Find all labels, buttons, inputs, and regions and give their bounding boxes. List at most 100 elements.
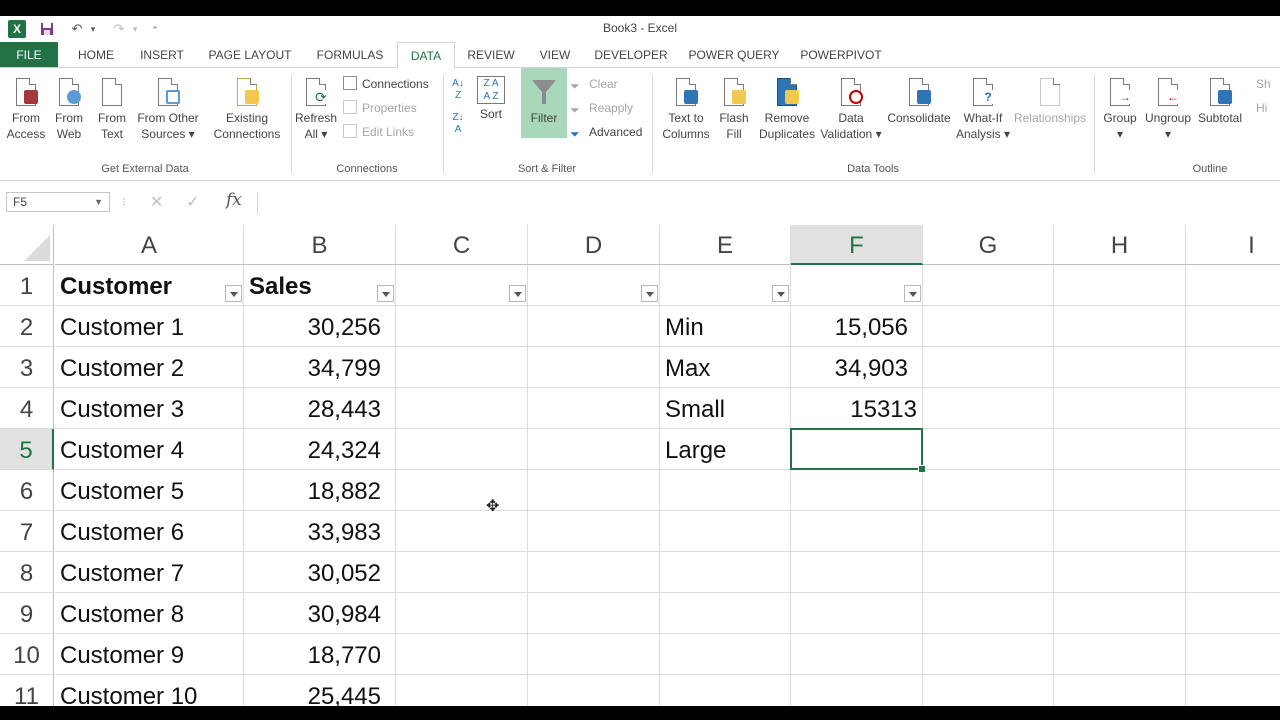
connections-button[interactable]: Connections [343, 74, 429, 94]
cell-i2[interactable] [1186, 306, 1280, 347]
tab-power-query[interactable]: POWER QUERY [684, 42, 784, 68]
cell-h6[interactable] [1054, 470, 1186, 511]
row-header-11[interactable]: 11 [0, 675, 54, 706]
row-header-7[interactable]: 7 [0, 511, 54, 552]
cell-d7[interactable] [528, 511, 660, 552]
from-access-button[interactable]: From Access [4, 76, 48, 142]
cell-c7[interactable] [396, 511, 528, 552]
cell-h3[interactable] [1054, 347, 1186, 388]
cell-d2[interactable] [528, 306, 660, 347]
row-header-1[interactable]: 1 [0, 265, 54, 306]
cell-d9[interactable] [528, 593, 660, 634]
tab-home[interactable]: HOME [66, 42, 126, 68]
enter-icon[interactable]: ✓ [186, 192, 199, 212]
flash-fill-button[interactable]: Flash Fill [716, 76, 752, 142]
cell-b10[interactable]: 18,770 [244, 634, 396, 675]
cell-h7[interactable] [1054, 511, 1186, 552]
cell-a1[interactable]: Customer [55, 265, 244, 306]
cell-d6[interactable] [528, 470, 660, 511]
cell-c4[interactable] [396, 388, 528, 429]
column-header-d[interactable]: D [528, 225, 660, 265]
cell-b11[interactable]: 25,445 [244, 675, 396, 706]
cell-b8[interactable]: 30,052 [244, 552, 396, 593]
column-header-g[interactable]: G [923, 225, 1054, 265]
row-header-5[interactable]: 5 [0, 429, 54, 470]
hide-detail-button[interactable]: Hi [1256, 98, 1267, 118]
cell-e3[interactable]: Max [660, 347, 791, 388]
cell-a4[interactable]: Customer 3 [55, 388, 244, 429]
sort-a-to-z-button[interactable]: A↓ Z [448, 78, 468, 102]
insert-function-button[interactable]: fx [226, 190, 242, 210]
cell-b2[interactable]: 30,256 [244, 306, 396, 347]
cell-d8[interactable] [528, 552, 660, 593]
cell-h10[interactable] [1054, 634, 1186, 675]
name-box-dropdown-icon[interactable]: ▼ [94, 193, 103, 211]
subtotal-button[interactable]: Subtotal [1196, 76, 1244, 126]
cell-h11[interactable] [1054, 675, 1186, 706]
cell-h2[interactable] [1054, 306, 1186, 347]
tab-file[interactable]: FILE [0, 42, 58, 68]
cell-f4[interactable]: 15313 [791, 388, 923, 429]
cell-f3[interactable]: 34,903 [791, 347, 923, 388]
cell-g4[interactable] [923, 388, 1054, 429]
cell-b4[interactable]: 28,443 [244, 388, 396, 429]
cell-g9[interactable] [923, 593, 1054, 634]
cell-a9[interactable]: Customer 8 [55, 593, 244, 634]
show-detail-button[interactable]: Sh [1256, 74, 1271, 94]
tab-developer[interactable]: DEVELOPER [590, 42, 672, 68]
consolidate-button[interactable]: Consolidate [884, 76, 954, 126]
existing-connections-button[interactable]: Existing Connections [210, 76, 284, 142]
cell-g10[interactable] [923, 634, 1054, 675]
group-button[interactable]: → Group ▾ [1100, 76, 1140, 142]
column-header-a[interactable]: A [55, 225, 244, 265]
cell-e4[interactable]: Small [660, 388, 791, 429]
cell-a3[interactable]: Customer 2 [55, 347, 244, 388]
cell-a5[interactable]: Customer 4 [55, 429, 244, 470]
cell-e8[interactable] [660, 552, 791, 593]
cell-e11[interactable] [660, 675, 791, 706]
cell-d3[interactable] [528, 347, 660, 388]
cell-c5[interactable] [396, 429, 528, 470]
formula-input[interactable] [257, 192, 1280, 214]
cell-g2[interactable] [923, 306, 1054, 347]
cell-i4[interactable] [1186, 388, 1280, 429]
cell-i8[interactable] [1186, 552, 1280, 593]
cell-f6[interactable] [791, 470, 923, 511]
advanced-filter-button[interactable]: ⏷ Advanced [570, 122, 642, 142]
cell-e9[interactable] [660, 593, 791, 634]
tab-formulas[interactable]: FORMULAS [310, 42, 390, 68]
cell-h5[interactable] [1054, 429, 1186, 470]
select-all-button[interactable] [0, 225, 54, 265]
cell-g11[interactable] [923, 675, 1054, 706]
cell-h8[interactable] [1054, 552, 1186, 593]
filter-dropdown-b-icon[interactable] [377, 285, 394, 302]
filter-dropdown-a-icon[interactable] [225, 285, 242, 302]
cell-i10[interactable] [1186, 634, 1280, 675]
cell-g1[interactable] [923, 265, 1054, 306]
relationships-button[interactable]: Relationships [1012, 76, 1088, 126]
cell-b7[interactable]: 33,983 [244, 511, 396, 552]
tab-review[interactable]: REVIEW [462, 42, 520, 68]
row-header-9[interactable]: 9 [0, 593, 54, 634]
cell-c8[interactable] [396, 552, 528, 593]
tab-view[interactable]: VIEW [530, 42, 580, 68]
cell-c2[interactable] [396, 306, 528, 347]
cell-f8[interactable] [791, 552, 923, 593]
cell-e5[interactable]: Large [660, 429, 791, 470]
row-header-2[interactable]: 2 [0, 306, 54, 347]
tab-powerpivot[interactable]: POWERPIVOT [796, 42, 886, 68]
cell-i11[interactable] [1186, 675, 1280, 706]
cell-i6[interactable] [1186, 470, 1280, 511]
sort-button[interactable]: Z AA Z Sort [474, 76, 508, 122]
properties-button[interactable]: Properties [343, 98, 417, 118]
name-box[interactable]: F5 ▼ [6, 192, 110, 212]
reapply-button[interactable]: ⏷ Reapply [570, 98, 633, 118]
cell-g6[interactable] [923, 470, 1054, 511]
cancel-icon[interactable]: ✕ [150, 192, 163, 212]
edit-links-button[interactable]: Edit Links [343, 122, 414, 142]
cell-i1[interactable] [1186, 265, 1280, 306]
column-header-f[interactable]: F [791, 225, 923, 265]
tab-data[interactable]: DATA [397, 42, 455, 69]
cell-a7[interactable]: Customer 6 [55, 511, 244, 552]
cell-c3[interactable] [396, 347, 528, 388]
